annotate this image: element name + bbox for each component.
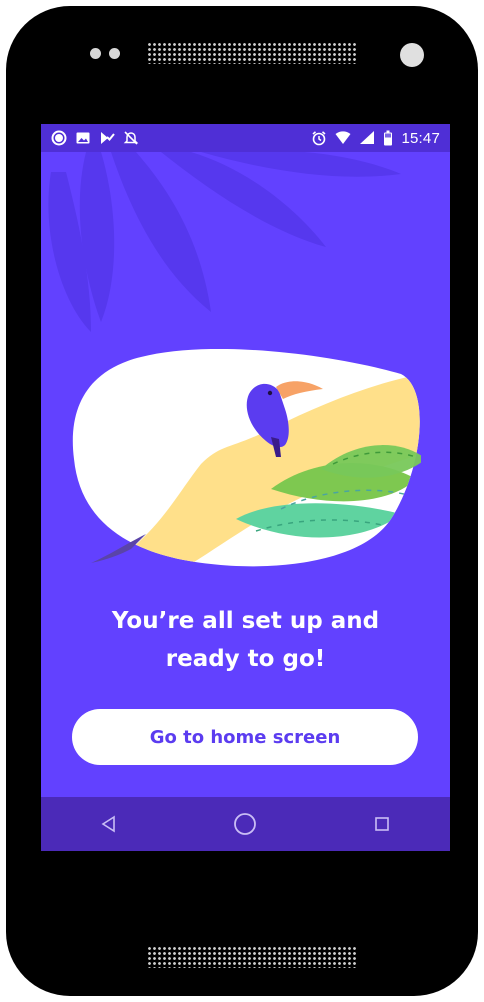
headline-text: You’re all set up and ready to go! bbox=[61, 602, 430, 678]
image-icon bbox=[76, 132, 90, 144]
nav-home-button[interactable] bbox=[225, 804, 265, 844]
toucan-illustration bbox=[72, 349, 421, 567]
front-camera bbox=[400, 43, 424, 67]
nav-back-button[interactable] bbox=[89, 804, 129, 844]
phone-screen: 15:47 You’re all set up and ready to go!… bbox=[41, 124, 450, 851]
navigation-bar bbox=[41, 797, 450, 851]
wifi-icon bbox=[335, 131, 351, 144]
status-bar: 15:47 bbox=[41, 124, 450, 152]
alarm-icon bbox=[312, 131, 326, 146]
tasks-icon bbox=[101, 132, 115, 144]
status-time: 15:47 bbox=[401, 129, 440, 147]
back-icon bbox=[101, 815, 115, 833]
go-to-home-screen-button[interactable]: Go to home screen bbox=[72, 709, 418, 765]
signal-messenger-icon bbox=[51, 130, 67, 146]
recents-icon bbox=[375, 817, 389, 831]
battery-icon bbox=[384, 130, 393, 146]
bottom-speaker bbox=[147, 946, 357, 968]
earpiece-speaker bbox=[147, 42, 357, 64]
front-sensors bbox=[90, 48, 120, 59]
home-icon bbox=[234, 813, 257, 835]
headline-line-2: ready to go! bbox=[165, 646, 326, 672]
notifications-off-icon bbox=[123, 131, 139, 145]
cell-signal-icon bbox=[360, 131, 375, 144]
nav-recents-button[interactable] bbox=[362, 804, 402, 844]
background-leaves-decoration bbox=[48, 152, 401, 332]
headline-line-1: You’re all set up and bbox=[111, 608, 380, 634]
